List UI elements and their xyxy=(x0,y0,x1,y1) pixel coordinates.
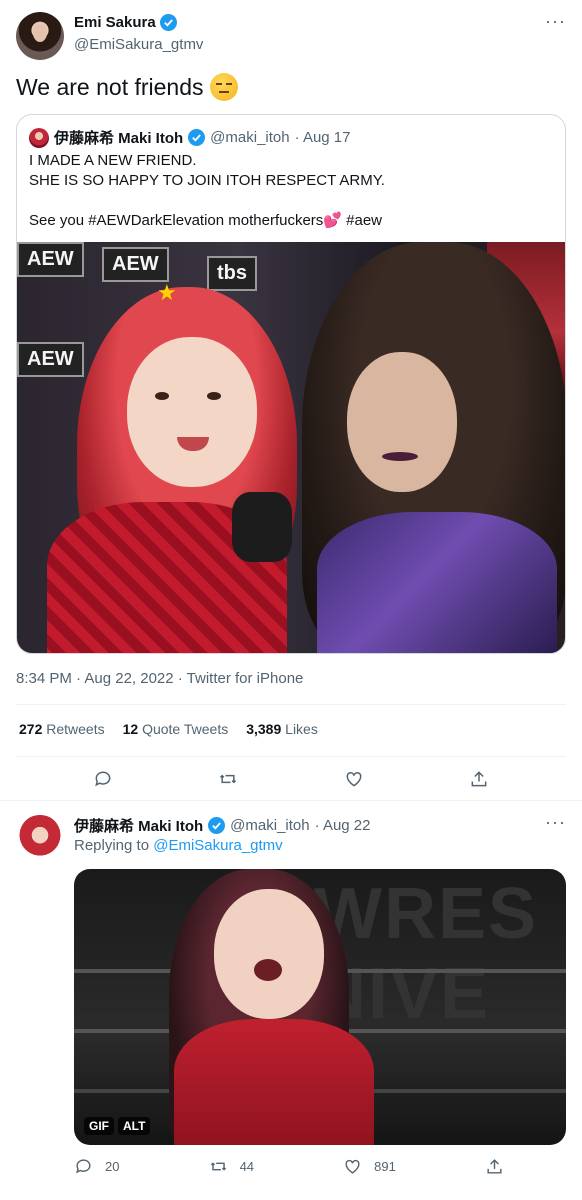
tweet-timestamp[interactable]: 8:34 PM · Aug 22, 2022 · Twitter for iPh… xyxy=(16,670,303,687)
retweet-icon[interactable] xyxy=(217,768,239,790)
retweet-count: 44 xyxy=(239,1159,255,1174)
photo-outfit xyxy=(317,512,557,653)
photo-banner-logo: tbs xyxy=(207,256,257,291)
like-heart-icon[interactable] xyxy=(343,768,365,790)
share-icon[interactable] xyxy=(468,768,490,790)
gif-badges: GIF ALT xyxy=(84,1117,151,1135)
retweets-count: 272 xyxy=(19,721,43,737)
reply-icon xyxy=(76,1159,91,1174)
alt-badge[interactable]: ALT xyxy=(118,1117,151,1135)
reply-icon[interactable] xyxy=(92,768,114,790)
quoted-tweet-text: I MADE A NEW FRIEND. SHE IS SO HAPPY TO … xyxy=(29,151,555,231)
reply-header: 伊藤麻希 Maki Itoh @maki_itoh · Aug 22 xyxy=(74,815,371,836)
replying-to: Replying to @EmiSakura_gtmv xyxy=(74,837,283,854)
photo-lips xyxy=(382,452,418,461)
gif-face xyxy=(214,889,324,1019)
quoted-photo[interactable]: AEW AEW tbs AEW ★ xyxy=(17,242,565,653)
retweets-label: Retweets xyxy=(46,721,105,737)
quoted-hashtag[interactable]: #aew xyxy=(342,212,382,229)
reply-author-handle[interactable]: @maki_itoh xyxy=(230,817,309,834)
tweet-actions xyxy=(0,768,582,790)
author-avatar[interactable] xyxy=(16,12,64,60)
star-icon: ★ xyxy=(157,280,177,305)
reply-count: 20 xyxy=(105,1159,120,1174)
retweet-button[interactable]: 44 xyxy=(209,1157,254,1176)
photo-face xyxy=(347,352,457,492)
like-count: 891 xyxy=(374,1159,396,1174)
photo-banner-logo: AEW xyxy=(17,242,84,277)
reply-tweet[interactable]: 伊藤麻希 Maki Itoh @maki_itoh · Aug 22 ··· R… xyxy=(0,801,582,1200)
gif-badge: GIF xyxy=(84,1117,114,1135)
quote-tweets-stat[interactable]: 12 Quote Tweets xyxy=(123,721,229,737)
verified-badge-icon xyxy=(188,129,206,146)
author-handle[interactable]: @EmiSakura_gtmv xyxy=(74,36,203,53)
likes-count: 3,389 xyxy=(246,721,282,737)
quoted-author-avatar[interactable] xyxy=(29,127,49,148)
verified-badge-icon xyxy=(208,817,226,834)
quoted-date[interactable]: · Aug 17 xyxy=(295,129,351,146)
hearts-emoji-icon: 💕 xyxy=(323,212,342,229)
photo-face xyxy=(127,337,257,487)
tweet-text: We are not friends xyxy=(16,72,238,102)
quoted-author-name[interactable]: 伊藤麻希 Maki Itoh xyxy=(54,127,183,148)
unamused-face-emoji-icon xyxy=(209,73,238,101)
quotes-label: Quote Tweets xyxy=(142,721,229,737)
more-options-icon[interactable]: ··· xyxy=(545,12,566,30)
replying-prefix: Replying to xyxy=(74,837,150,854)
tweet-text-content: We are not friends xyxy=(16,74,204,100)
gif-mouth xyxy=(254,959,282,981)
verified-badge-icon xyxy=(159,14,177,31)
reply-gif[interactable]: WRES NIVE GIF ALT xyxy=(74,869,566,1145)
quoted-author-handle[interactable]: @maki_itoh xyxy=(210,129,289,146)
reply-actions: 20 44 891 xyxy=(74,1157,504,1176)
share-button[interactable] xyxy=(485,1157,504,1176)
quoted-tweet-header: 伊藤麻希 Maki Itoh @maki_itoh · Aug 17 xyxy=(29,127,351,148)
reply-date[interactable]: · Aug 22 xyxy=(315,817,371,834)
reply-author-name[interactable]: 伊藤麻希 Maki Itoh xyxy=(74,815,203,836)
divider xyxy=(16,756,566,757)
retweets-stat[interactable]: 272 Retweets xyxy=(19,721,105,737)
like-heart-icon xyxy=(345,1159,360,1174)
likes-label: Likes xyxy=(285,721,318,737)
reply-button[interactable]: 20 xyxy=(74,1157,119,1176)
author-name[interactable]: Emi Sakura xyxy=(74,14,156,31)
photo-banner-logo: AEW xyxy=(17,342,84,377)
photo-banner-logo: AEW xyxy=(102,247,169,282)
tweet-stats: 272 Retweets 12 Quote Tweets 3,389 Likes xyxy=(19,721,318,737)
like-button[interactable]: 891 xyxy=(343,1157,396,1176)
more-options-icon[interactable]: ··· xyxy=(545,813,566,831)
likes-stat[interactable]: 3,389 Likes xyxy=(246,721,318,737)
replying-to-handle[interactable]: @EmiSakura_gtmv xyxy=(153,837,282,854)
gif-outfit xyxy=(174,1019,374,1145)
share-icon xyxy=(487,1159,502,1174)
author-name-row: Emi Sakura xyxy=(74,14,177,31)
photo-eyes xyxy=(155,392,169,400)
retweet-icon xyxy=(210,1162,226,1171)
photo-hand xyxy=(232,492,292,562)
quotes-count: 12 xyxy=(122,721,139,737)
divider xyxy=(16,704,566,705)
reply-author-avatar[interactable] xyxy=(16,815,64,863)
quoted-tweet-card[interactable]: 伊藤麻希 Maki Itoh @maki_itoh · Aug 17 I MAD… xyxy=(16,114,566,654)
